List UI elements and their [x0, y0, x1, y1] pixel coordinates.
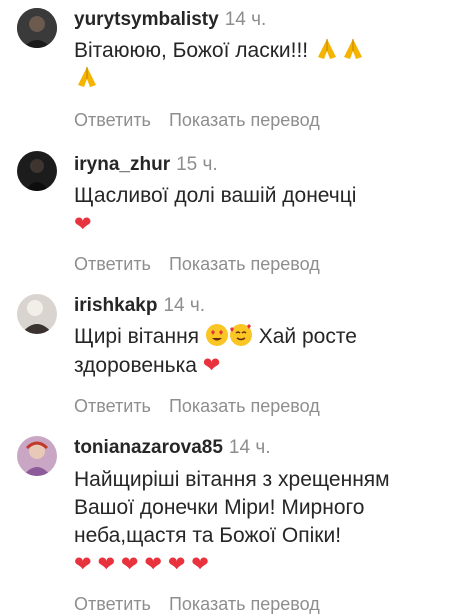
- translate-button[interactable]: Показать перевод: [169, 396, 320, 416]
- heart-icon: ❤: [97, 552, 116, 576]
- smiling-face-with-hearts-icon: [229, 323, 253, 347]
- comment-text-part: Хай росте: [258, 325, 357, 348]
- comment-item: irishkakp 14 ч. Щирі вітання Хай росте зд…: [0, 290, 460, 430]
- avatar[interactable]: [17, 151, 57, 191]
- reply-button[interactable]: Ответить: [74, 396, 151, 416]
- comment-username[interactable]: yurytsymbalisty: [74, 9, 219, 30]
- comment-text: Щирі вітання Хай росте здоровенька ❤: [74, 323, 446, 380]
- avatar[interactable]: [17, 8, 57, 48]
- comment-text-body: Вітаююю, Божої ласки!!!: [74, 39, 309, 62]
- comment-actions: Ответить Показать перевод: [74, 110, 320, 131]
- avatar[interactable]: [17, 436, 57, 476]
- comment-text: Щасливої долі вашій донечці ❤: [74, 182, 446, 239]
- heart-icon: ❤: [202, 353, 221, 377]
- comment-header: yurytsymbalisty 14 ч.: [74, 9, 266, 31]
- folded-hands-icon: [314, 37, 340, 61]
- folded-hands-icon: [340, 37, 366, 61]
- folded-hands-icon: [74, 65, 100, 89]
- comment-text: Вітаююю, Божої ласки!!!: [74, 37, 446, 93]
- translate-button[interactable]: Показать перевод: [169, 254, 320, 274]
- comment-actions: Ответить Показать перевод: [74, 396, 320, 417]
- comment-text-body: Щасливої долі вашій донечці: [74, 184, 357, 207]
- comment-header: iryna_zhur 15 ч.: [74, 154, 218, 176]
- avatar[interactable]: [17, 294, 57, 334]
- comment-header: irishkakp 14 ч.: [74, 295, 205, 317]
- comment-time: 14 ч.: [228, 437, 271, 458]
- heart-icon: ❤: [191, 552, 209, 576]
- comment-username[interactable]: iryna_zhur: [74, 154, 170, 175]
- heart-icon: ❤: [144, 552, 162, 576]
- reply-button[interactable]: Ответить: [74, 594, 151, 614]
- reply-button[interactable]: Ответить: [74, 110, 151, 130]
- comment-item: tonianazarova85 14 ч. Найщиріші вітання з…: [0, 432, 460, 614]
- comment-item: iryna_zhur 15 ч. Щасливої долі вашій доне…: [0, 148, 460, 288]
- comment-text-body: Найщиріші вітання з хрещенням Вашої доне…: [74, 468, 390, 547]
- comment-username[interactable]: irishkakp: [74, 295, 157, 316]
- comment-text-part: здоровенька: [74, 354, 197, 377]
- comment-header: tonianazarova85 14 ч.: [74, 437, 271, 459]
- comment-actions: Ответить Показать перевод: [74, 594, 320, 615]
- heart-icon: ❤: [74, 552, 92, 576]
- comment-time: 15 ч.: [176, 154, 218, 175]
- comment-item: yurytsymbalisty 14 ч. Вітаююю, Божої ласк…: [0, 0, 460, 140]
- comment-time: 14 ч.: [163, 295, 206, 316]
- reply-button[interactable]: Ответить: [74, 254, 151, 274]
- comment-text-part: Щирі вітання: [74, 325, 200, 348]
- comment-username[interactable]: tonianazarova85: [74, 437, 223, 458]
- heart-icons: ❤ ❤ ❤ ❤ ❤ ❤: [74, 552, 209, 576]
- comment-actions: Ответить Показать перевод: [74, 254, 320, 275]
- heart-eyes-icon: [205, 323, 229, 347]
- heart-icon: ❤: [167, 552, 186, 576]
- heart-icon: ❤: [120, 552, 139, 576]
- comment-time: 14 ч.: [224, 9, 267, 30]
- comment-text: Найщиріші вітання з хрещенням Вашої доне…: [74, 466, 440, 579]
- heart-icon: ❤: [74, 212, 92, 236]
- translate-button[interactable]: Показать перевод: [169, 110, 320, 130]
- translate-button[interactable]: Показать перевод: [169, 594, 320, 614]
